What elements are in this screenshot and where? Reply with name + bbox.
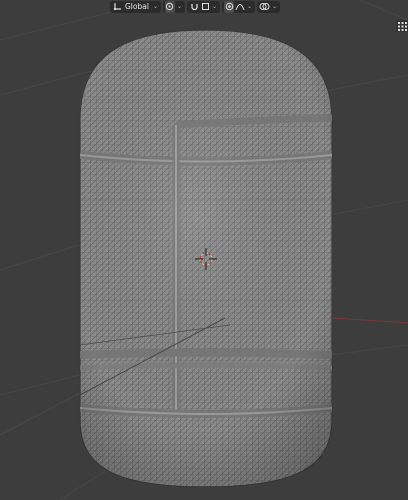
viewport-scene[interactable] bbox=[0, 0, 408, 500]
falloff-curve-icon[interactable] bbox=[235, 1, 245, 13]
chevron-down-icon: ⌄ bbox=[176, 3, 182, 10]
transform-orientation-dropdown[interactable]: Global ⌄ bbox=[110, 0, 161, 13]
overlay-rings-icon[interactable] bbox=[259, 1, 270, 13]
chevron-down-icon[interactable]: ⌄ bbox=[271, 3, 278, 10]
snapping-group: ⌄ bbox=[187, 0, 221, 13]
3d-viewport[interactable]: Global ⌄ ⌄ ⌄ ⌄ ⌄ bbox=[0, 0, 408, 500]
axis-gizmo-icon bbox=[112, 1, 122, 13]
snap-magnet-icon[interactable] bbox=[189, 1, 199, 13]
overlay-group: ⌄ bbox=[257, 0, 281, 13]
snap-target-icon[interactable] bbox=[200, 1, 210, 13]
transform-orientation-label: Global bbox=[125, 2, 149, 11]
chevron-down-icon: ⌄ bbox=[152, 3, 158, 10]
chevron-down-icon[interactable]: ⌄ bbox=[246, 3, 253, 10]
capsule-mesh[interactable] bbox=[60, 20, 360, 500]
pivot-point-dropdown[interactable]: ⌄ bbox=[162, 0, 185, 13]
pivot-point-icon bbox=[164, 0, 175, 13]
chevron-down-icon[interactable]: ⌄ bbox=[211, 3, 218, 10]
proportional-edit-group: ⌄ bbox=[222, 0, 256, 13]
grid-view-icon[interactable] bbox=[396, 20, 408, 32]
viewport-header-toolbar: Global ⌄ ⌄ ⌄ ⌄ ⌄ bbox=[110, 0, 281, 13]
proportional-edit-icon[interactable] bbox=[224, 0, 235, 13]
